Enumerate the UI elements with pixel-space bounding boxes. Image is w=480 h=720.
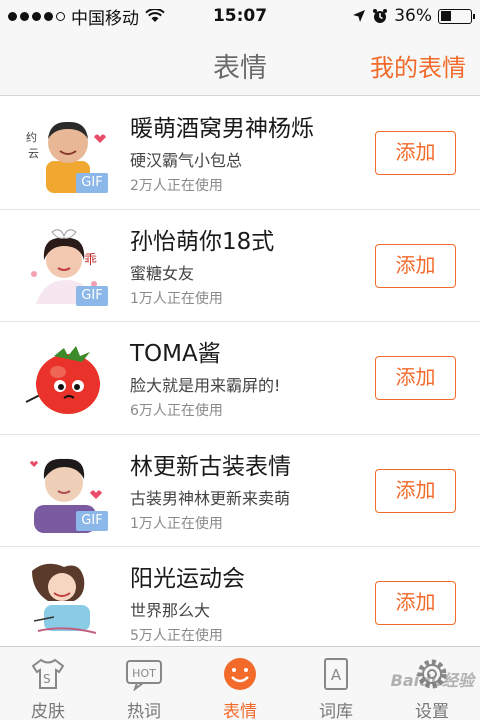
battery-percentage: 36%: [394, 6, 432, 26]
tomato-character-icon: [25, 346, 100, 414]
tab-stickers[interactable]: 表情: [192, 647, 288, 720]
tab-label: 设置: [415, 702, 449, 720]
gif-badge: GIF: [76, 510, 108, 531]
list-item[interactable]: 阳光运动会 世界那么大 5万人正在使用 添加: [0, 547, 480, 645]
list-item[interactable]: GIF 林更新古装表情 古装男神林更新来卖萌 1万人正在使用 添加: [0, 435, 480, 547]
cartoon-girl-icon: [32, 563, 97, 634]
tshirt-icon: S: [31, 658, 65, 689]
item-users-count: 1万人正在使用: [130, 515, 223, 532]
add-button[interactable]: 添加: [375, 243, 456, 288]
item-title: 暖萌酒窝男神杨烁: [130, 116, 314, 142]
gif-badge: GIF: [76, 285, 108, 306]
sticker-thumbnail: [24, 561, 108, 645]
item-subtitle: 脸大就是用来霸屏的!: [130, 376, 281, 395]
svg-text:S: S: [43, 672, 51, 686]
sticker-pack-list: 约 云 GIF 暖萌酒窝男神杨烁 硬汉霸气小包总 2万人正在使用 添加 乖 GI…: [0, 97, 480, 645]
my-stickers-button[interactable]: 我的表情: [370, 48, 466, 83]
item-users-count: 6万人正在使用: [130, 403, 223, 419]
tab-label: 皮肤: [31, 702, 65, 720]
gear-icon: [417, 659, 447, 689]
item-title: 阳光运动会: [130, 566, 245, 592]
tab-label: 词库: [319, 702, 353, 720]
item-users-count: 1万人正在使用: [130, 290, 223, 307]
item-subtitle: 世界那么大: [130, 601, 211, 620]
item-users-count: 2万人正在使用: [130, 178, 223, 194]
bottom-tab-bar: S 皮肤 HOT 热词 表情 A 词库 设置 Baidu经验: [0, 646, 480, 720]
add-button[interactable]: 添加: [375, 581, 456, 625]
item-title: 林更新古装表情: [130, 453, 291, 480]
navigation-bar: 表情 我的表情: [0, 32, 480, 96]
svg-text:HOT: HOT: [132, 667, 156, 680]
list-item[interactable]: 乖 GIF 孙怡萌你18式 蜜糖女友 1万人正在使用 添加: [0, 210, 480, 322]
svg-text:乖: 乖: [84, 253, 97, 268]
location-arrow-icon: [353, 10, 366, 22]
alarm-clock-icon: [373, 9, 388, 23]
tab-hotwords[interactable]: HOT 热词: [96, 647, 192, 720]
item-title: 孙怡萌你18式: [130, 228, 275, 255]
hot-icon: HOT: [126, 660, 162, 692]
item-title: TOMA酱: [130, 341, 221, 367]
svg-text:A: A: [331, 666, 342, 684]
add-button[interactable]: 添加: [375, 356, 456, 400]
list-item[interactable]: TOMA酱 脸大就是用来霸屏的! 6万人正在使用 添加: [0, 322, 480, 435]
tab-label: 热词: [127, 702, 161, 720]
item-subtitle: 硬汉霸气小包总: [130, 151, 243, 170]
gif-badge: GIF: [76, 173, 108, 193]
dictionary-icon: A: [324, 658, 348, 690]
carrier-name: 中国移动: [71, 8, 139, 29]
add-button[interactable]: 添加: [375, 131, 456, 175]
svg-text:约: 约: [26, 131, 37, 144]
status-bar: 中国移动 15:07 36%: [0, 0, 480, 32]
tab-skin[interactable]: S 皮肤: [0, 647, 96, 720]
item-subtitle: 古装男神林更新来卖萌: [130, 488, 291, 508]
tab-settings[interactable]: 设置: [384, 647, 480, 720]
svg-text:云: 云: [28, 147, 39, 160]
signal-strength-icon: [8, 11, 65, 21]
tab-label: 表情: [223, 702, 257, 720]
add-button[interactable]: 添加: [375, 468, 456, 513]
battery-icon: [438, 8, 475, 24]
item-subtitle: 蜜糖女友: [130, 263, 195, 283]
wifi-icon: [145, 9, 165, 22]
item-users-count: 5万人正在使用: [130, 628, 223, 644]
smiley-icon: [224, 658, 256, 690]
tab-dictionary[interactable]: A 词库: [288, 647, 384, 720]
list-item[interactable]: 约 云 GIF 暖萌酒窝男神杨烁 硬汉霸气小包总 2万人正在使用 添加: [0, 97, 480, 210]
sticker-thumbnail: [24, 336, 108, 420]
